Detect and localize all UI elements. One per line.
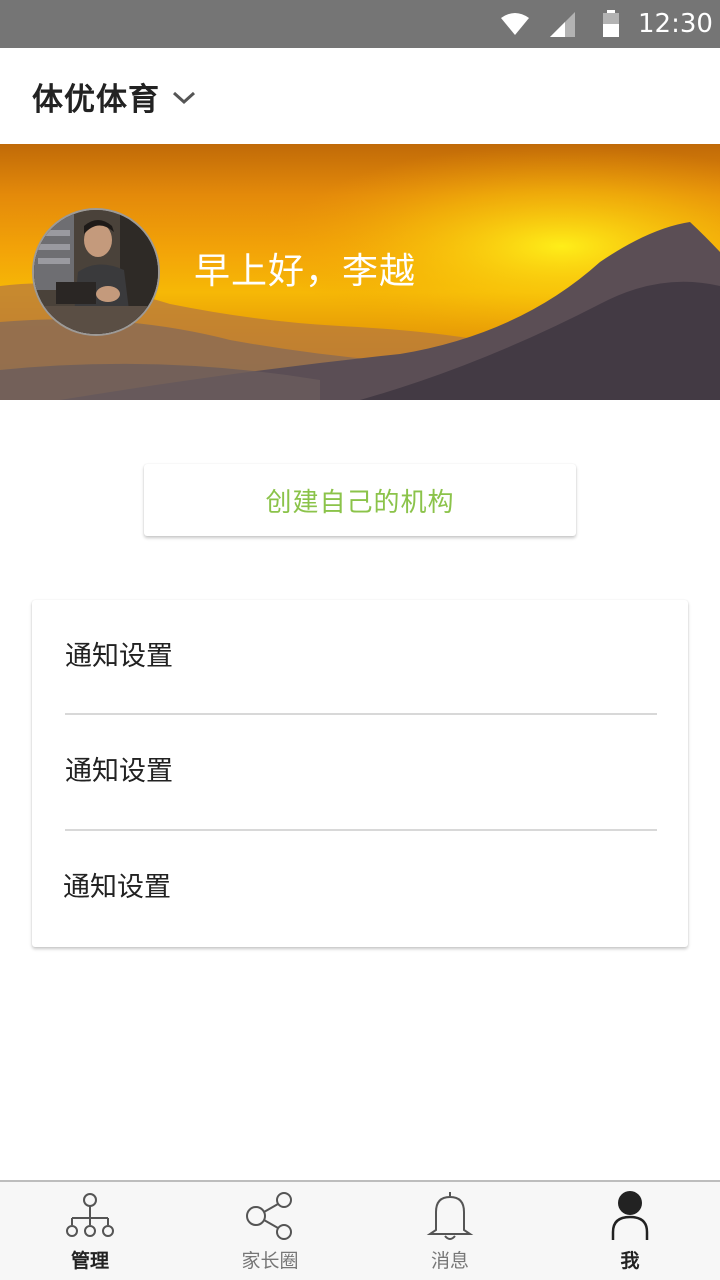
status-time: 12:30 (638, 9, 713, 39)
user-avatar (34, 210, 158, 334)
tab-manage-label: 管理 (70, 1250, 109, 1272)
tab-me[interactable]: 我 (540, 1182, 720, 1280)
tab-manage[interactable]: 管理 (0, 1182, 180, 1280)
bell-icon (426, 1192, 474, 1240)
app-bar: 体优体育 (0, 48, 720, 144)
share-icon (246, 1192, 292, 1240)
settings-card: 通知设置 通知设置 通知设置 (32, 600, 688, 947)
settings-item-label: 通知设置 (63, 872, 171, 903)
settings-item-notification-3[interactable]: 通知设置 (32, 831, 688, 946)
tab-me-label: 我 (620, 1250, 640, 1272)
settings-item-label: 通知设置 (65, 756, 173, 787)
settings-item-label: 通知设置 (65, 641, 173, 672)
status-bar: 12:30 (0, 0, 720, 48)
tab-messages[interactable]: 消息 (360, 1182, 540, 1280)
wifi-icon (501, 13, 529, 35)
tab-parents-circle[interactable]: 家长圈 (180, 1182, 360, 1280)
avatar[interactable] (32, 208, 160, 336)
tab-parents-circle-label: 家长圈 (241, 1250, 299, 1272)
profile-banner: 早上好，李越 (0, 144, 720, 400)
battery-icon (603, 10, 619, 37)
tab-messages-label: 消息 (430, 1250, 469, 1272)
org-title: 体优体育 (32, 81, 160, 118)
create-organization-button[interactable]: 创建自己的机构 (144, 464, 576, 536)
org-chart-icon (66, 1193, 114, 1237)
greeting-text: 早上好，李越 (194, 251, 417, 292)
settings-item-notification-2[interactable]: 通知设置 (32, 715, 688, 830)
bottom-navigation: 管理 家长圈 消息 我 (0, 1180, 720, 1280)
signal-icon (550, 12, 575, 37)
settings-item-notification-1[interactable]: 通知设置 (32, 600, 688, 715)
org-switcher[interactable]: 体优体育 (32, 72, 196, 120)
chevron-down-icon (172, 91, 196, 105)
person-icon (611, 1191, 649, 1240)
